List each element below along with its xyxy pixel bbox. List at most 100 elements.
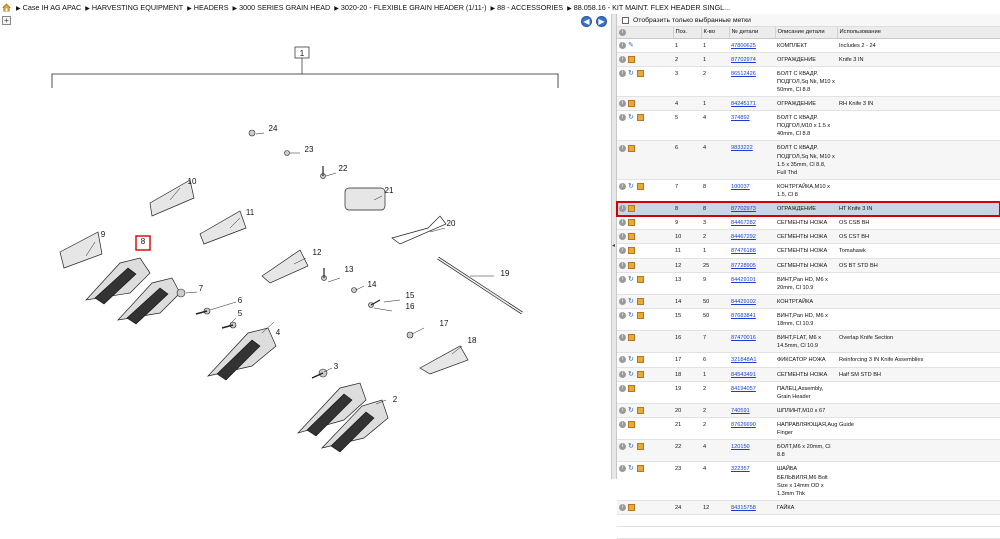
table-row[interactable]: i 21 2 87626690 НАПРАВЛЯЮЩАЯ,Auger Finger Gui…	[617, 417, 1000, 441]
box-icon[interactable]	[637, 297, 644, 305]
part-number-link[interactable]: 87702973	[731, 206, 756, 212]
part-number-link[interactable]: 87728905	[731, 263, 756, 269]
box-icon[interactable]	[628, 55, 635, 63]
box-icon[interactable]	[637, 406, 644, 414]
part-number-link[interactable]: 84467292	[731, 234, 756, 240]
table-row[interactable]: i 19 2 84194057 ПАЛЕЦ,Assembly, Grain Header	[617, 381, 1000, 404]
info-icon[interactable]: i	[619, 100, 626, 108]
substitute-icon[interactable]: ↻	[628, 443, 635, 450]
table-row[interactable]: i ↻ 14 50 84429102 КОНТРГАЙКА	[617, 294, 1000, 310]
info-icon[interactable]: i	[619, 261, 626, 269]
callout-label-8[interactable]: 8	[141, 237, 146, 246]
callout-label-2[interactable]: 2	[393, 395, 398, 404]
callout-label-23[interactable]: 23	[305, 145, 314, 154]
part-number-link[interactable]: 84543491	[731, 372, 756, 378]
table-row[interactable]: i 4 1 84245171 ОГРАЖДЕНИЕ RH Knife 3 IN	[617, 96, 1000, 112]
part-number-link[interactable]: 100037	[731, 184, 750, 190]
info-icon[interactable]: i	[619, 144, 626, 152]
callout-label-15[interactable]: 15	[406, 291, 415, 300]
callout-label-10[interactable]: 10	[188, 177, 197, 186]
part-number-link[interactable]: 87476188	[731, 248, 756, 254]
box-icon[interactable]	[637, 356, 644, 364]
part-number-link[interactable]: 9833222	[731, 145, 753, 151]
table-row[interactable]: i 10 2 84467292 СЕГМЕНТЫ НОЖА OS CST BH	[617, 229, 1000, 245]
table-row[interactable]: i 11 1 87476188 СЕГМЕНТЫ НОЖА Tomahawk	[617, 243, 1000, 259]
table-row[interactable]: i 24 12 84315758 ГАЙКА	[617, 500, 1000, 515]
box-icon[interactable]	[628, 421, 635, 429]
callout-label-13[interactable]: 13	[345, 265, 354, 274]
callout-label-18[interactable]: 18	[468, 336, 477, 345]
callout-label-9[interactable]: 9	[101, 230, 106, 239]
info-icon[interactable]: i	[619, 421, 626, 429]
substitute-icon[interactable]: ↻	[628, 371, 635, 378]
callout-label-24[interactable]: 24	[269, 124, 278, 133]
part-number-link[interactable]: 322357	[731, 466, 750, 472]
part-number-link[interactable]: 87626690	[731, 422, 756, 428]
part-number-link[interactable]: 84467282	[731, 220, 756, 226]
substitute-icon[interactable]: ↻	[628, 183, 635, 190]
part-number-link[interactable]: 47800625	[731, 43, 756, 49]
substitute-icon[interactable]: ↻	[628, 276, 635, 283]
breadcrumb-item[interactable]: HEADERS	[194, 3, 229, 12]
box-icon[interactable]	[637, 312, 644, 320]
table-row[interactable]: i ↻ 13 9 84429101 ВИНТ,Pan HD, M6 x 20mm, Cl …	[617, 272, 1000, 295]
box-icon[interactable]	[628, 100, 635, 108]
box-icon[interactable]	[637, 275, 644, 283]
part-number-link[interactable]: 84315758	[731, 505, 756, 511]
info-icon[interactable]: i	[619, 443, 626, 451]
box-icon[interactable]	[637, 370, 644, 378]
info-icon[interactable]: i	[619, 219, 626, 227]
info-icon[interactable]: i	[619, 384, 626, 392]
table-row[interactable]: i ✎ 1 1 47800625 КОМПЛЕКТ Includes 2 - 24	[617, 38, 1000, 53]
header-pos[interactable]: Поз.	[673, 27, 702, 39]
info-icon[interactable]: i	[619, 114, 626, 122]
box-icon[interactable]	[637, 182, 644, 190]
info-icon[interactable]: i	[619, 55, 626, 63]
callout-label-6[interactable]: 6	[238, 296, 243, 305]
info-icon[interactable]: i	[619, 41, 626, 49]
callout-label-21[interactable]: 21	[385, 186, 394, 195]
info-icon[interactable]: i	[619, 247, 626, 255]
callout-label-5[interactable]: 5	[238, 309, 243, 318]
header-qty[interactable]: К-во	[701, 27, 730, 39]
callout-label-11[interactable]: 11	[246, 208, 255, 217]
table-row[interactable]: i ↻ 3 2 86512426 БОЛТ С КВАДР. ПОДГОЛ,Sq Nk, …	[617, 66, 1000, 98]
header-usage[interactable]: Использование	[837, 27, 1000, 39]
table-row[interactable]: i 16 7 87470016 ВИНТ,FLAT, M6 x 14.5mm, Cl 1…	[617, 330, 1000, 354]
collapse-arrow-icon[interactable]: ◂	[612, 240, 616, 252]
info-icon[interactable]: i	[619, 465, 626, 473]
part-number-link[interactable]: 84194057	[731, 386, 756, 392]
header-description[interactable]: Описание детали	[775, 27, 838, 39]
callout-label-17[interactable]: 17	[440, 319, 449, 328]
part-number-link[interactable]: 84245171	[731, 101, 756, 107]
callout-label-22[interactable]: 22	[339, 164, 348, 173]
previous-page-button[interactable]: ◀	[581, 16, 592, 27]
callout-label-7[interactable]: 7	[199, 284, 204, 293]
box-icon[interactable]	[637, 69, 644, 77]
box-icon[interactable]	[628, 247, 635, 255]
breadcrumb-item[interactable]: HARVESTING EQUIPMENT	[92, 3, 183, 12]
box-icon[interactable]	[637, 443, 644, 451]
info-icon[interactable]: i	[619, 297, 626, 305]
breadcrumb-item[interactable]: 3020-20 - FLEXIBLE GRAIN HEADER (1/11-)	[341, 3, 487, 12]
callout-label-12[interactable]: 12	[313, 248, 322, 257]
part-number-link[interactable]: 84429101	[731, 277, 756, 283]
part-number-link[interactable]: 84429102	[731, 299, 756, 305]
table-row[interactable]: i ↻ 20 2 740591 ШПЛИНТ,M10 x 67	[617, 403, 1000, 419]
table-row[interactable]: i 9 3 84467282 СЕГМЕНТЫ НОЖА OS CSB BH	[617, 215, 1000, 231]
show-selected-checkbox[interactable]	[622, 16, 629, 24]
table-row[interactable]: i 12 25 87728905 СЕГМЕНТЫ НОЖА OS BT STD BH	[617, 258, 1000, 273]
table-row[interactable]: i 2 1 87702974 ОГРАЖДЕНИЕ Knife 3 IN	[617, 52, 1000, 67]
info-icon[interactable]: i	[619, 370, 626, 378]
info-icon[interactable]: i	[619, 356, 626, 364]
substitute-icon[interactable]: ↻	[628, 312, 635, 319]
table-row[interactable]: i ↻ 7 8 100037 КОНТРГАЙКА,M10 x 1.5, Cl 8	[617, 179, 1000, 203]
substitute-icon[interactable]: ↻	[628, 407, 635, 414]
part-number-link[interactable]: 87702974	[731, 57, 756, 63]
box-icon[interactable]	[637, 465, 644, 473]
info-icon[interactable]: i	[619, 182, 626, 190]
part-number-link[interactable]: 86512426	[731, 71, 756, 77]
next-page-button[interactable]: ▶	[596, 16, 607, 27]
box-icon[interactable]	[628, 219, 635, 227]
info-icon[interactable]: i	[619, 503, 626, 511]
